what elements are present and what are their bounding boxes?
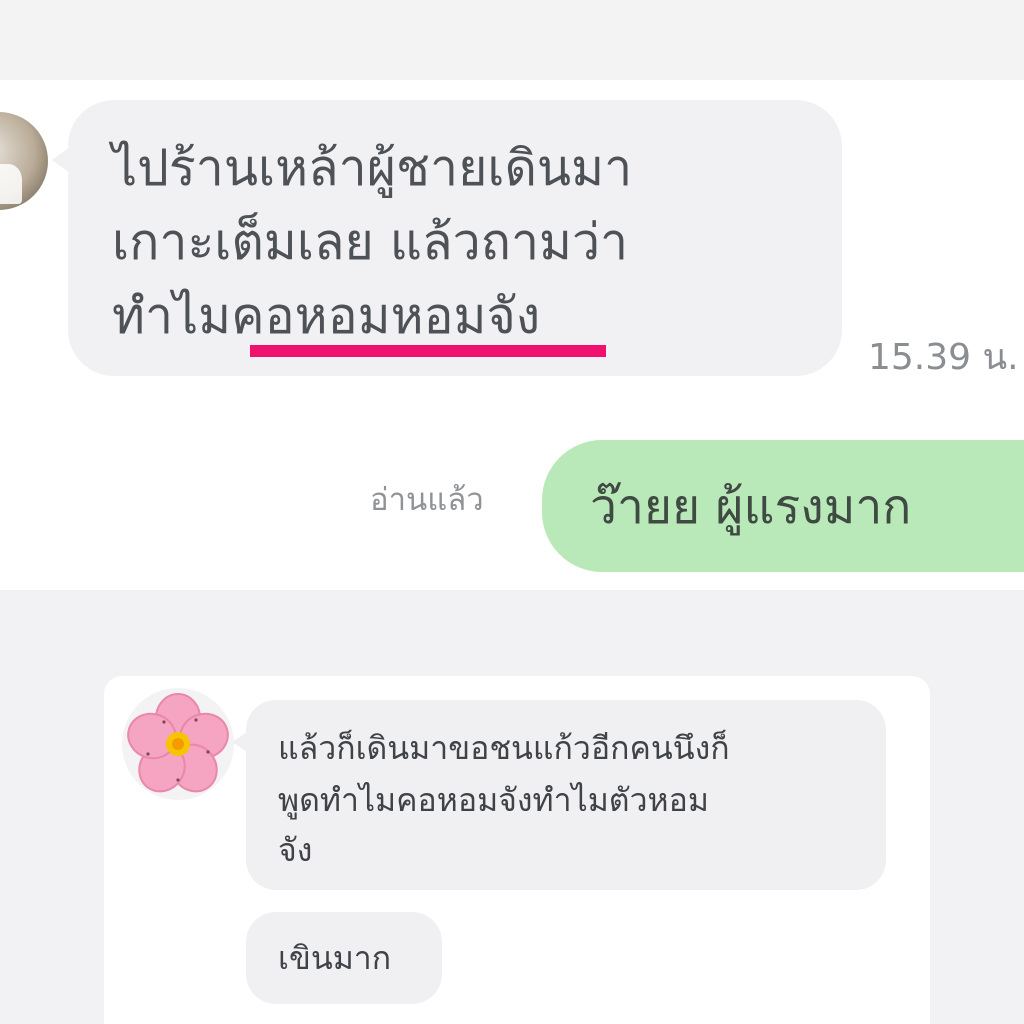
message-2-line-2: พูดทำไมคอหอมจังทำไมตัวหอม: [278, 781, 709, 819]
read-receipt: อ่านแล้ว: [370, 482, 484, 518]
incoming-message-line-2: เกาะเต็มเลย แล้วถามว่า: [112, 213, 629, 271]
top-status-strip: [0, 0, 1024, 80]
message-timestamp: 15.39 น.: [868, 337, 1019, 378]
incoming-message-line-1: ไปร้านเหล้าผู้ชายเดินมา: [112, 139, 633, 197]
highlight-underline: [250, 345, 606, 357]
incoming-message-line-3: ทำไมคอหอมหอมจัง: [112, 287, 541, 345]
chat-screenshot-collage: ไปร้านเหล้าผู้ชายเดินมา เกาะเต็มเลย แล้ว…: [0, 0, 1024, 1024]
message-2-line-3: จัง: [278, 831, 313, 869]
pink-flower-icon[interactable]: [118, 684, 238, 804]
message-2-line-1: แล้วก็เดินมาขอชนแก้วอีกคนนึงก็: [278, 729, 730, 767]
outgoing-message-text: ว๊ายย ผู้แรงมาก: [590, 479, 912, 535]
message-3-text: เขินมาก: [278, 939, 392, 977]
